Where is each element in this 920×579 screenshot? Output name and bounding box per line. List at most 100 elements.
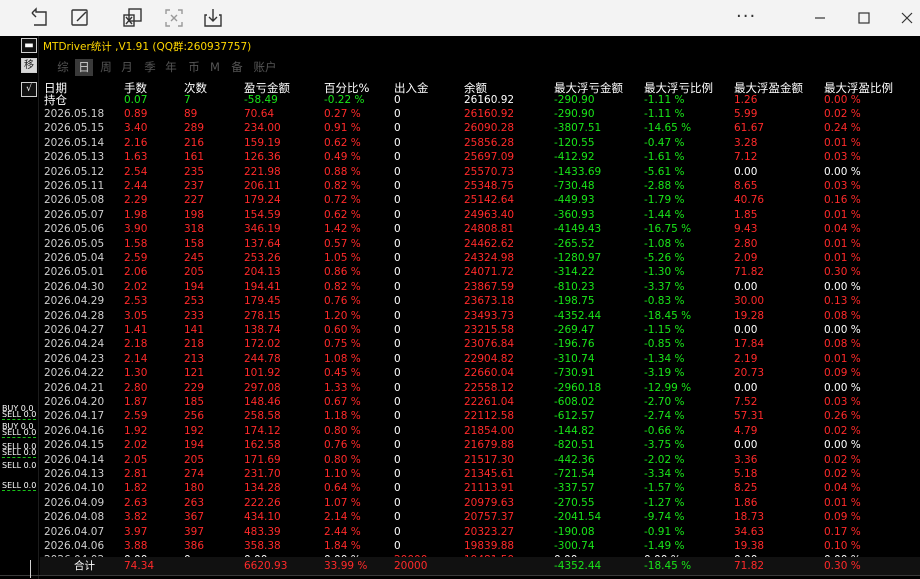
- table-cell: 159.19: [244, 136, 281, 149]
- table-cell: 278.15: [244, 309, 281, 322]
- table-cell: 227: [184, 194, 205, 207]
- table-cell: 0: [394, 468, 401, 480]
- table-cell: 256: [184, 410, 205, 423]
- tab-7[interactable]: M: [208, 59, 222, 76]
- tab-2[interactable]: 周: [97, 59, 115, 76]
- table-cell: 2026.04.06: [44, 540, 105, 552]
- table-cell: -5.61 %: [644, 165, 685, 178]
- table-cell: 0: [394, 223, 401, 236]
- table-cell: 148.46: [244, 396, 281, 408]
- table-cell: 2026.04.09: [44, 496, 105, 509]
- table-cell: 5.18: [734, 468, 758, 480]
- table-cell: 2026.04.16: [44, 424, 105, 437]
- table-cell: -190.08: [554, 525, 595, 538]
- table-cell: 0: [394, 136, 401, 149]
- table-row: 2026.04.30 2.02 194 194.41 0.82 % 0 23867.59 -8…: [40, 280, 920, 294]
- table-cell: 0.01 %: [824, 352, 861, 365]
- table-cell: -337.57: [554, 482, 595, 495]
- table-cell: -721.54: [554, 468, 595, 480]
- table-cell: 22660.04: [464, 367, 515, 380]
- more-options-icon[interactable]: ···: [736, 6, 756, 28]
- table-cell: 25570.73: [464, 165, 515, 178]
- table-cell: 19839.88: [464, 540, 515, 552]
- maximize-icon[interactable]: [852, 6, 876, 30]
- table-cell: -3.19 %: [644, 367, 685, 380]
- table-cell: 180: [184, 482, 205, 495]
- minimize-icon[interactable]: [808, 6, 832, 30]
- table-cell: 2026.05.14: [44, 136, 105, 149]
- table-cell: 2026.04.30: [44, 280, 105, 293]
- table-cell: -2041.54: [554, 511, 602, 524]
- table-cell: 1.58: [124, 237, 148, 250]
- table-cell: 0: [394, 540, 401, 552]
- fullscreen-icon[interactable]: [162, 6, 186, 30]
- table-cell: 138.74: [244, 324, 281, 336]
- table-cell: 0.00: [734, 280, 758, 293]
- table-cell: 0: [394, 396, 401, 408]
- table-cell: 20.73: [734, 367, 765, 380]
- tab-4[interactable]: 季: [141, 59, 159, 76]
- table-cell: 206.11: [244, 180, 281, 192]
- table-cell: 2026.04.14: [44, 453, 105, 466]
- table-cell: 229: [184, 381, 205, 394]
- export-excel-icon[interactable]: [121, 6, 145, 30]
- table-cell: -0.91 %: [644, 525, 685, 538]
- table-cell: 21679.88: [464, 439, 515, 452]
- panel-toggle-icon[interactable]: ▬: [21, 38, 37, 53]
- table-cell: 0.91 %: [324, 122, 361, 135]
- table-cell: 19.38: [734, 540, 765, 552]
- download-icon[interactable]: [201, 6, 225, 30]
- tab-5[interactable]: 年: [162, 59, 180, 76]
- table-cell: 244.78: [244, 352, 281, 365]
- table-cell: 1.30: [124, 367, 148, 380]
- holding-cell: 26160.92: [464, 94, 515, 106]
- table-row: 2026.04.07 3.97 397 483.39 2.44 % 0 20323.27 -1…: [40, 525, 920, 539]
- total-cell: -4352.44: [554, 560, 602, 572]
- table-cell: -810.23: [554, 280, 595, 293]
- table-header-row: 日期 手数 次数 盈亏金额 百分比% 出入金 余额 最大浮亏金额 最大浮亏比例 最大浮盈金额 最大浮…: [40, 80, 920, 95]
- table-cell: 0: [394, 309, 401, 322]
- table-cell: -4352.44: [554, 309, 602, 322]
- total-cell: 0.30 %: [824, 560, 861, 572]
- tab-0[interactable]: 综: [54, 59, 72, 76]
- tab-9[interactable]: 账户: [251, 59, 279, 76]
- table-cell: -442.36: [554, 453, 595, 466]
- table-cell: -310.74: [554, 352, 595, 365]
- table-row: 2026.04.28 3.05 233 278.15 1.20 % 0 23493.73 -4…: [40, 309, 920, 323]
- tab-6[interactable]: 币: [185, 59, 203, 76]
- table-row: 2026.05.07 1.98 198 154.59 0.62 % 0 24963.40 -3…: [40, 208, 920, 222]
- table-cell: -1280.97: [554, 252, 602, 264]
- table-row: 2026.04.23 2.14 213 244.78 1.08 % 0 22904.82 -3…: [40, 352, 920, 366]
- table-row: 2026.05.06 3.90 318 346.19 1.42 % 0 24808.81 -4…: [40, 222, 920, 236]
- table-cell: 0: [394, 424, 401, 437]
- table-cell: 154.59: [244, 208, 281, 221]
- indicator-icon[interactable]: 移: [21, 58, 37, 73]
- table-cell: 0: [394, 496, 401, 509]
- table-cell: -730.48: [554, 180, 595, 192]
- table-cell: 231.70: [244, 468, 281, 480]
- tab-1[interactable]: 日: [75, 59, 93, 76]
- table-cell: 2.80: [124, 381, 148, 394]
- table-cell: -12.99 %: [644, 381, 692, 394]
- close-icon[interactable]: [895, 6, 919, 30]
- table-cell: 216: [184, 136, 205, 149]
- edit-icon[interactable]: [68, 6, 92, 30]
- table-cell: -120.55: [554, 136, 595, 149]
- table-cell: 205: [184, 453, 205, 466]
- table-cell: 2.44: [124, 180, 148, 192]
- table-cell: 0: [394, 525, 401, 538]
- table-cell: 24462.62: [464, 237, 515, 250]
- table-cell: 0.13 %: [824, 295, 861, 308]
- back-icon[interactable]: [28, 6, 52, 30]
- table-cell: 0.76 %: [324, 439, 361, 452]
- tab-8[interactable]: 备: [228, 59, 246, 76]
- table-cell: 234.00: [244, 122, 281, 135]
- table-cell: 2.02: [124, 280, 148, 293]
- table-cell: 0.09 %: [824, 511, 861, 524]
- table-cell: 5.99: [734, 108, 758, 120]
- checkbox-icon[interactable]: √: [21, 82, 37, 97]
- table-cell: 2.06: [124, 266, 148, 279]
- tab-3[interactable]: 月: [118, 59, 136, 76]
- table-cell: 434.10: [244, 511, 281, 524]
- total-cell: 71.82: [734, 560, 765, 572]
